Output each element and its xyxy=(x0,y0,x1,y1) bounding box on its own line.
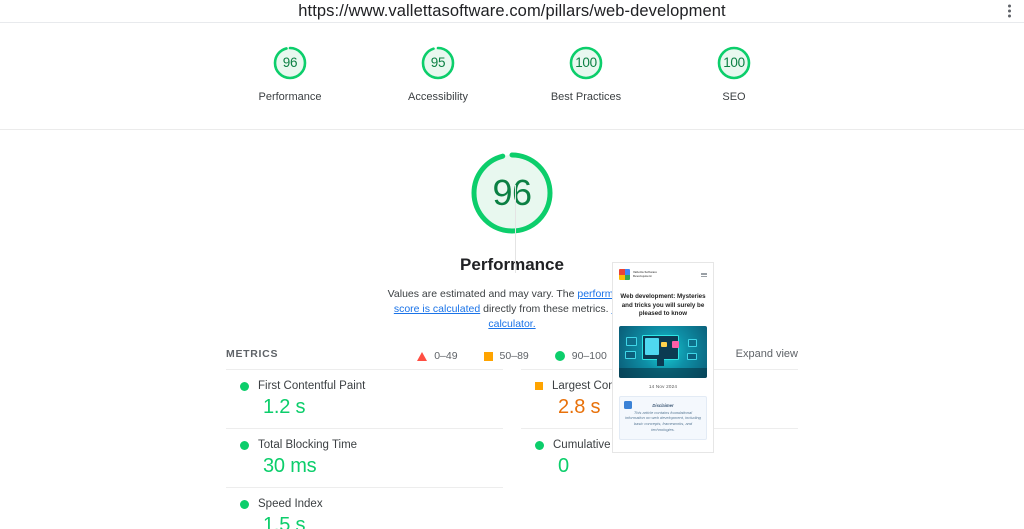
category-label: Accessibility xyxy=(408,90,468,103)
gauge-ring-performance: 96 xyxy=(271,44,309,82)
metric-value: 30 ms xyxy=(263,455,317,477)
category-best-practices[interactable]: 100 Best Practices xyxy=(531,44,641,103)
metrics-section: METRICS Expand view First Contentful Pai… xyxy=(0,339,1024,529)
desc-part-2: directly from these metrics. xyxy=(480,303,612,315)
square-icon xyxy=(483,351,493,361)
performance-score: 96 xyxy=(492,172,532,213)
metric-name: First Contentful Paint xyxy=(258,380,366,392)
gauge-ring-performance-large: 96 xyxy=(465,146,559,240)
legend-range: 90–100 xyxy=(571,350,607,362)
gauge-value: 100 xyxy=(723,55,745,70)
hamburger-menu-icon xyxy=(701,272,707,277)
thumbnail-hero-image xyxy=(619,325,707,378)
thumbnail-disclaimer: Disclaimer This article contains foundat… xyxy=(619,395,707,441)
page-title: Performance xyxy=(460,255,564,274)
expand-view-toggle[interactable]: Expand view xyxy=(736,348,798,360)
metric-name: Speed Index xyxy=(258,498,323,510)
metric-value: 1.5 s xyxy=(263,514,306,529)
kebab-menu-icon[interactable] xyxy=(1005,2,1014,21)
metric-row-total-blocking-time[interactable]: Total Blocking Time 30 ms xyxy=(226,428,503,487)
category-accessibility[interactable]: 95 Accessibility xyxy=(383,44,493,103)
status-circle-icon xyxy=(535,440,544,450)
valletta-logo-icon xyxy=(619,269,630,280)
metric-name: Total Blocking Time xyxy=(258,439,358,451)
gauge-ring-accessibility: 95 xyxy=(419,44,457,82)
page-screenshot-thumbnail[interactable]: Valletta Software Development Web develo… xyxy=(612,262,714,453)
desc-part-1: Values are estimated and may vary. The xyxy=(387,288,578,300)
gauge-ring-seo: 100 xyxy=(715,44,753,82)
gauge-value: 96 xyxy=(282,55,298,70)
metric-row-first-contentful-paint[interactable]: First Contentful Paint 1.2 s xyxy=(226,369,503,428)
legend-range: 50–89 xyxy=(499,350,529,362)
vertical-divider xyxy=(515,185,516,273)
category-performance[interactable]: 96 Performance xyxy=(235,44,345,103)
disclaimer-body: This article contains foundational infor… xyxy=(625,409,701,432)
gauge-value: 100 xyxy=(575,55,597,70)
legend-range: 0–49 xyxy=(434,350,458,362)
brand-line-2: Development xyxy=(633,273,652,278)
url-text[interactable]: https://www.vallettasoftware.com/pillars… xyxy=(298,2,725,21)
status-circle-icon xyxy=(240,499,249,509)
performance-panel: 96 Performance Values are estimated and … xyxy=(0,130,1024,453)
disclaimer-title: Disclaimer xyxy=(652,402,674,408)
category-label: SEO xyxy=(722,90,746,103)
triangle-icon xyxy=(417,351,428,361)
category-label: Performance xyxy=(258,90,322,103)
status-circle-icon xyxy=(240,440,249,450)
legend-item-average: 50–89 xyxy=(483,350,529,362)
thumbnail-brand-text: Valletta Software Development xyxy=(633,270,657,278)
thumbnail-date: 14 Nov 2024 xyxy=(648,383,678,389)
score-legend: 0–49 50–89 90–100 xyxy=(417,350,607,362)
metric-value: 1.2 s xyxy=(263,396,306,418)
legend-item-good: 90–100 xyxy=(554,350,607,362)
category-score-strip: 96 Performance 95 Accessibility 100 Best… xyxy=(0,23,1024,130)
thumbnail-page-title: Web development: Mysteries and tricks yo… xyxy=(620,293,706,318)
browser-url-bar: https://www.vallettasoftware.com/pillars… xyxy=(0,0,1024,23)
gauge-ring-best-practices: 100 xyxy=(567,44,605,82)
thumbnail-header: Valletta Software Development xyxy=(613,263,713,280)
thumbnail-brand: Valletta Software Development xyxy=(619,269,657,280)
status-circle-icon xyxy=(240,381,249,391)
performance-description: Values are estimated and may vary. The p… xyxy=(386,287,638,332)
gauge-value: 95 xyxy=(430,55,446,70)
status-square-icon xyxy=(535,382,543,390)
legend-item-poor: 0–49 xyxy=(417,350,458,362)
circle-icon xyxy=(554,351,565,361)
category-label: Best Practices xyxy=(550,90,622,103)
metrics-section-title: METRICS xyxy=(226,348,279,360)
category-seo[interactable]: 100 SEO xyxy=(679,44,789,103)
info-icon xyxy=(624,400,632,409)
metric-row-speed-index[interactable]: Speed Index 1.5 s xyxy=(226,487,503,529)
metric-value: 0 xyxy=(558,455,569,477)
